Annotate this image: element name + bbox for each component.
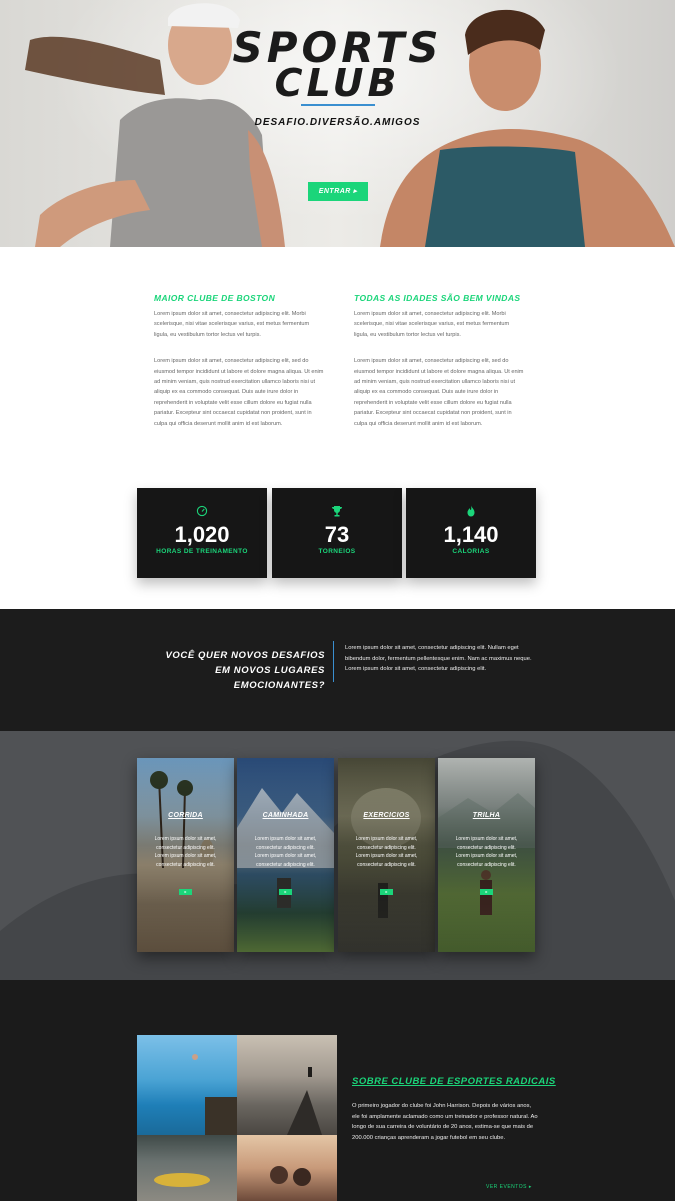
card-text: Lorem ipsum dolor sit amet, consectetur … bbox=[254, 836, 317, 868]
card-title: CAMINHADA bbox=[262, 812, 309, 819]
rafting-photo bbox=[137, 1135, 237, 1201]
couple-sunset-photo bbox=[237, 1135, 337, 1201]
card-button[interactable]: ▸ bbox=[480, 889, 493, 895]
challenge-divider bbox=[333, 641, 334, 682]
stat-card-calories: 1,140 CALORIAS bbox=[406, 488, 536, 578]
card-button[interactable]: ▸ bbox=[179, 889, 192, 895]
card-title: TRILHA bbox=[472, 812, 501, 819]
card-text: Lorem ipsum dolor sit amet, consectetur … bbox=[455, 836, 518, 868]
intro-right-heading: TODAS AS IDADES SÃO BEM VINDAS bbox=[354, 293, 521, 303]
stat-card-tournaments: 73 TORNEIOS bbox=[272, 488, 402, 578]
intro-column-left: MAIOR CLUBE DE BOSTON Lorem ipsum dolor … bbox=[154, 293, 324, 429]
trophy-icon bbox=[332, 506, 342, 517]
intro-right-paragraph-2: Lorem ipsum dolor sit amet, consectetur … bbox=[354, 358, 524, 427]
challenge-section bbox=[0, 609, 675, 731]
about-text: O primeiro jogador do clube foi John Har… bbox=[352, 1103, 538, 1141]
challenge-text: Lorem ipsum dolor sit amet, consectetur … bbox=[345, 645, 532, 672]
card-button[interactable]: ▸ bbox=[279, 889, 292, 895]
intro-left-paragraph-1: Lorem ipsum dolor sit amet, consectetur … bbox=[154, 311, 310, 338]
card-text: Lorem ipsum dolor sit amet, consectetur … bbox=[355, 836, 418, 868]
card-text: Lorem ipsum dolor sit amet, consectetur … bbox=[154, 836, 217, 868]
hero-title-line2: CLUB bbox=[274, 61, 401, 105]
mountain-climber-photo bbox=[237, 1035, 337, 1135]
intro-column-right: TODAS AS IDADES SÃO BEM VINDAS Lorem ips… bbox=[354, 293, 524, 429]
page: SPORTS CLUB DESAFIO.DIVERSÃO.AMIGOS ENTR… bbox=[0, 0, 675, 1201]
hero-divider bbox=[301, 104, 375, 106]
intro-right-paragraph-1: Lorem ipsum dolor sit amet, consectetur … bbox=[354, 311, 510, 338]
activity-card-trail[interactable]: TRILHA Lorem ipsum dolor sit amet, conse… bbox=[438, 758, 535, 952]
card-title: CORRIDA bbox=[168, 812, 203, 819]
stat-value: 73 bbox=[324, 522, 350, 547]
intro-left-heading: MAIOR CLUBE DE BOSTON bbox=[154, 293, 276, 303]
hero-section: SPORTS CLUB DESAFIO.DIVERSÃO.AMIGOS ENTR… bbox=[0, 0, 675, 247]
stat-label: TORNEIOS bbox=[318, 548, 356, 555]
enter-button[interactable]: ENTRAR ▸ bbox=[308, 182, 368, 201]
flame-icon bbox=[467, 505, 475, 517]
activity-card-hiking[interactable]: CAMINHADA Lorem ipsum dolor sit amet, co… bbox=[237, 758, 334, 952]
stat-label: CALORIAS bbox=[452, 548, 490, 555]
about-section bbox=[0, 980, 675, 1201]
challenge-question: VOCÊ QUER NOVOS DESAFIOS EM NOVOS LUGARE… bbox=[165, 650, 325, 691]
about-heading: SOBRE CLUBE DE ESPORTES RADICAIS bbox=[352, 1076, 556, 1087]
stat-value: 1,020 bbox=[174, 522, 230, 547]
cliff-dive-photo bbox=[137, 1035, 237, 1135]
activity-card-running[interactable]: CORRIDA Lorem ipsum dolor sit amet, cons… bbox=[137, 758, 234, 952]
hero-tagline: DESAFIO.DIVERSÃO.AMIGOS bbox=[254, 117, 421, 128]
events-link[interactable]: VER EVENTOS ▸ bbox=[486, 1184, 532, 1190]
activity-card-exercises[interactable]: EXERCICIOS Lorem ipsum dolor sit amet, c… bbox=[338, 758, 435, 952]
stat-value: 1,140 bbox=[443, 522, 499, 547]
card-button[interactable]: ▸ bbox=[380, 889, 393, 895]
stat-label: HORAS DE TREINAMENTO bbox=[156, 548, 248, 555]
intro-left-paragraph-2: Lorem ipsum dolor sit amet, consectetur … bbox=[154, 358, 324, 427]
stat-card-hours: 1,020 HORAS DE TREINAMENTO bbox=[137, 488, 267, 578]
speedometer-icon bbox=[196, 505, 208, 517]
card-title: EXERCICIOS bbox=[363, 812, 410, 819]
